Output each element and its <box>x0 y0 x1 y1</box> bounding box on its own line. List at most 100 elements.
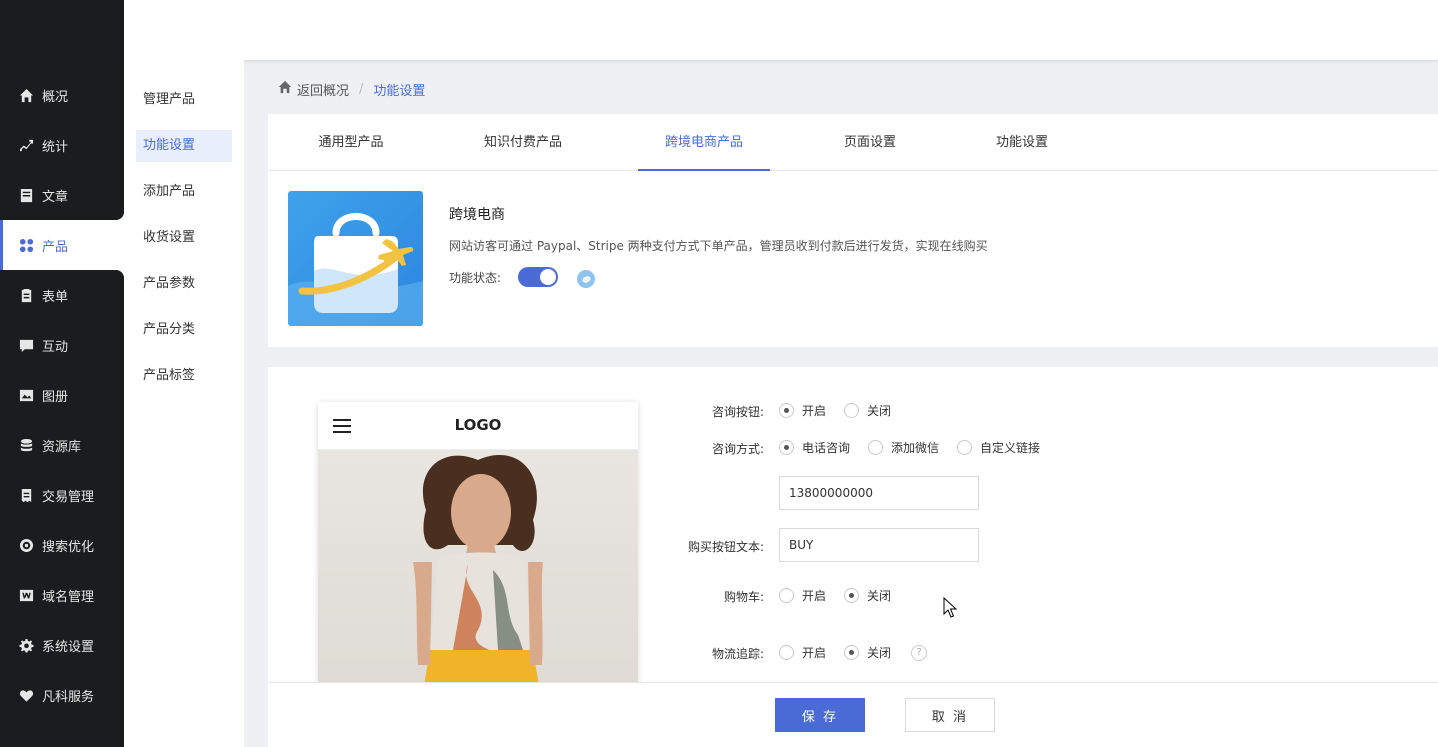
radio-label: 自定义链接 <box>980 441 1041 455</box>
consult-button-off-radio[interactable]: 关闭 <box>844 402 891 419</box>
logistics-tracking-label: 物流追踪: <box>711 647 764 661</box>
product-submenu: 管理产品 功能设置 添加产品 收货设置 产品参数 产品分类 产品标签 <box>124 60 244 747</box>
sidebar-item-gallery[interactable]: 图册 <box>0 370 124 420</box>
cart-on-radio[interactable]: 开启 <box>779 587 826 604</box>
sidebar-item-seo[interactable]: 搜索优化 <box>0 520 124 570</box>
link-icon[interactable] <box>577 270 595 288</box>
feature-description: 网站访客可通过 Paypal、Stripe 两种支付方式下单产品，管理员收到付款… <box>449 239 988 253</box>
sidebar-item-domains[interactable]: 域名管理 <box>0 570 124 620</box>
feature-status-toggle[interactable] <box>518 267 558 287</box>
consult-button-on-radio[interactable]: 开启 <box>779 402 826 419</box>
sidebar-item-label: 产品 <box>42 239 69 255</box>
domain-icon <box>18 587 34 603</box>
tab-page-settings[interactable]: 页面设置 <box>816 114 924 171</box>
submenu-item-product-categories[interactable]: 产品分类 <box>136 314 232 346</box>
consult-button-label: 咨询按钮: <box>711 405 764 419</box>
feature-card: 通用型产品 知识付费产品 跨境电商产品 页面设置 功能设置 跨境电商 网站访客可… <box>268 114 1438 347</box>
phone-number-input[interactable] <box>779 476 979 510</box>
sidebar-item-forms[interactable]: 表单 <box>0 270 124 320</box>
sidebar-item-label: 搜索优化 <box>42 539 95 555</box>
sidebar-item-transactions[interactable]: 交易管理 <box>0 470 124 520</box>
radio-dot <box>844 588 860 603</box>
submenu-item-product-tags[interactable]: 产品标签 <box>136 360 232 392</box>
seo-icon <box>18 537 34 553</box>
radio-label: 关闭 <box>867 589 892 603</box>
mobile-preview-header: LOGO <box>318 402 638 450</box>
heart-icon <box>18 687 34 703</box>
logistics-on-radio[interactable]: 开启 <box>779 644 826 661</box>
article-icon <box>18 187 34 203</box>
database-icon <box>18 437 34 453</box>
submenu-item-shipping-settings[interactable]: 收货设置 <box>136 222 232 254</box>
breadcrumb-current: 功能设置 <box>373 83 426 99</box>
sidebar-notch <box>110 208 124 220</box>
clipboard-icon <box>18 287 34 303</box>
footer-action-bar: 保 存 取 消 <box>268 682 1438 747</box>
sidebar-item-label: 表单 <box>42 289 69 305</box>
cancel-button[interactable]: 取 消 <box>905 698 995 732</box>
mobile-preview: LOGO <box>318 402 638 692</box>
product-type-tabs: 通用型产品 知识付费产品 跨境电商产品 页面设置 功能设置 <box>268 114 1438 171</box>
sidebar-item-label: 文章 <box>42 189 69 205</box>
cart-label: 购物车: <box>723 590 764 604</box>
tab-knowledge-product[interactable]: 知识付费产品 <box>464 114 582 171</box>
radio-dot <box>779 645 794 660</box>
top-header <box>124 0 1438 60</box>
logistics-off-radio[interactable]: 关闭 <box>844 644 891 661</box>
radio-dot <box>779 403 794 418</box>
sidebar-item-label: 统计 <box>42 139 69 155</box>
sidebar-item-articles[interactable]: 文章 <box>0 170 124 220</box>
radio-dot <box>844 645 860 660</box>
cart-radio-group: 开启 关闭 <box>779 587 909 604</box>
submenu-item-manage-products[interactable]: 管理产品 <box>136 84 232 116</box>
logistics-radio-group: 开启 关闭 ? <box>779 644 928 661</box>
tab-general-product[interactable]: 通用型产品 <box>292 114 410 171</box>
sidebar-item-label: 概况 <box>42 89 69 105</box>
consult-method-radio-group: 电话咨询 添加微信 自定义链接 <box>779 439 1058 456</box>
help-icon[interactable]: ? <box>911 644 928 661</box>
radio-label: 添加微信 <box>891 441 940 455</box>
radio-dot <box>844 403 860 418</box>
sidebar-item-overview[interactable]: 概况 <box>0 70 124 120</box>
consult-method-custom-link-radio[interactable]: 自定义链接 <box>957 439 1040 456</box>
radio-label: 开启 <box>802 646 827 660</box>
breadcrumb-back-link[interactable]: 返回概况 <box>297 80 349 99</box>
toggle-knob <box>540 269 556 285</box>
radio-dot <box>957 440 973 455</box>
feature-status-label: 功能状态: <box>449 271 502 285</box>
chart-icon <box>18 137 34 153</box>
save-button[interactable]: 保 存 <box>775 698 865 732</box>
breadcrumb-separator: / <box>359 81 364 97</box>
buy-button-text-input[interactable] <box>779 528 979 562</box>
sidebar-item-label: 图册 <box>42 389 69 405</box>
submenu-item-add-product[interactable]: 添加产品 <box>136 176 232 208</box>
sidebar-item-label: 互动 <box>42 339 69 355</box>
cart-off-radio[interactable]: 关闭 <box>844 587 891 604</box>
receipt-icon <box>18 487 34 503</box>
sidebar-item-resources[interactable]: 资源库 <box>0 420 124 470</box>
home-icon[interactable] <box>278 80 297 98</box>
sidebar-item-label: 域名管理 <box>42 589 95 605</box>
gear-icon <box>18 637 34 653</box>
radio-dot <box>779 440 794 455</box>
submenu-item-product-params[interactable]: 产品参数 <box>136 268 232 300</box>
sidebar-item-stats[interactable]: 统计 <box>0 120 124 170</box>
feature-title: 跨境电商 <box>449 207 505 223</box>
radio-dot <box>868 440 884 455</box>
tab-cross-border-product[interactable]: 跨境电商产品 <box>638 114 770 171</box>
tab-feature-settings[interactable]: 功能设置 <box>968 114 1076 171</box>
sidebar-item-label: 交易管理 <box>42 489 95 505</box>
consult-method-wechat-radio[interactable]: 添加微信 <box>868 439 939 456</box>
sidebar-item-services[interactable]: 凡科服务 <box>0 670 124 720</box>
sidebar-item-products[interactable]: 产品 <box>0 220 124 270</box>
submenu-item-feature-settings[interactable]: 功能设置 <box>136 130 232 162</box>
sidebar-item-settings[interactable]: 系统设置 <box>0 620 124 670</box>
cross-border-shopping-bag-icon <box>288 191 423 326</box>
consult-method-phone-radio[interactable]: 电话咨询 <box>779 439 850 456</box>
main-sidebar: 概况 统计 文章 产品 表单 互动 图册 资源库 交易管理 搜索优化 域名管理 <box>0 0 124 747</box>
home-icon <box>18 87 34 103</box>
radio-label: 关闭 <box>867 404 892 418</box>
sidebar-item-interaction[interactable]: 互动 <box>0 320 124 370</box>
consult-method-label: 咨询方式: <box>711 442 764 456</box>
breadcrumb: 返回概况 / 功能设置 <box>278 79 425 99</box>
